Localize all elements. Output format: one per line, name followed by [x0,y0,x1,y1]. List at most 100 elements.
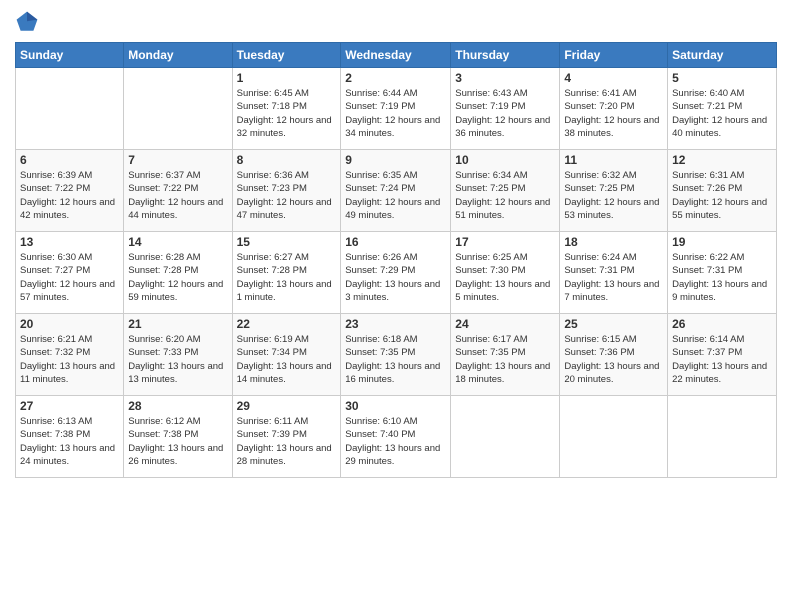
day-number: 25 [564,317,663,331]
day-info: Sunrise: 6:14 AM Sunset: 7:37 PM Dayligh… [672,333,772,386]
calendar-cell [560,396,668,478]
calendar-cell: 30 Sunrise: 6:10 AM Sunset: 7:40 PM Dayli… [341,396,451,478]
day-info: Sunrise: 6:18 AM Sunset: 7:35 PM Dayligh… [345,333,446,386]
day-number: 7 [128,153,227,167]
calendar-cell: 18 Sunrise: 6:24 AM Sunset: 7:31 PM Dayli… [560,232,668,314]
day-header-monday: Monday [124,43,232,68]
day-info: Sunrise: 6:30 AM Sunset: 7:27 PM Dayligh… [20,251,119,304]
calendar-cell: 7 Sunrise: 6:37 AM Sunset: 7:22 PM Daylig… [124,150,232,232]
calendar-cell: 19 Sunrise: 6:22 AM Sunset: 7:31 PM Dayli… [668,232,777,314]
calendar-cell: 15 Sunrise: 6:27 AM Sunset: 7:28 PM Dayli… [232,232,341,314]
day-number: 9 [345,153,446,167]
day-info: Sunrise: 6:28 AM Sunset: 7:28 PM Dayligh… [128,251,227,304]
day-number: 2 [345,71,446,85]
calendar-cell: 11 Sunrise: 6:32 AM Sunset: 7:25 PM Dayli… [560,150,668,232]
day-number: 14 [128,235,227,249]
calendar-cell: 4 Sunrise: 6:41 AM Sunset: 7:20 PM Daylig… [560,68,668,150]
day-info: Sunrise: 6:41 AM Sunset: 7:20 PM Dayligh… [564,87,663,140]
day-info: Sunrise: 6:43 AM Sunset: 7:19 PM Dayligh… [455,87,555,140]
calendar-cell: 25 Sunrise: 6:15 AM Sunset: 7:36 PM Dayli… [560,314,668,396]
day-info: Sunrise: 6:19 AM Sunset: 7:34 PM Dayligh… [237,333,337,386]
day-info: Sunrise: 6:10 AM Sunset: 7:40 PM Dayligh… [345,415,446,468]
day-info: Sunrise: 6:20 AM Sunset: 7:33 PM Dayligh… [128,333,227,386]
day-info: Sunrise: 6:26 AM Sunset: 7:29 PM Dayligh… [345,251,446,304]
days-header-row: SundayMondayTuesdayWednesdayThursdayFrid… [16,43,777,68]
day-number: 29 [237,399,337,413]
week-row-1: 1 Sunrise: 6:45 AM Sunset: 7:18 PM Daylig… [16,68,777,150]
calendar-cell: 1 Sunrise: 6:45 AM Sunset: 7:18 PM Daylig… [232,68,341,150]
day-number: 5 [672,71,772,85]
day-info: Sunrise: 6:35 AM Sunset: 7:24 PM Dayligh… [345,169,446,222]
day-number: 10 [455,153,555,167]
calendar-cell: 17Sunrise: 6:25 AM Sunset: 7:30 PM Dayli… [451,232,560,314]
day-number: 27 [20,399,119,413]
day-number: 3 [455,71,555,85]
day-header-sunday: Sunday [16,43,124,68]
day-info: Sunrise: 6:34 AM Sunset: 7:25 PM Dayligh… [455,169,555,222]
day-info: Sunrise: 6:39 AM Sunset: 7:22 PM Dayligh… [20,169,119,222]
calendar-cell: 22 Sunrise: 6:19 AM Sunset: 7:34 PM Dayli… [232,314,341,396]
day-info: Sunrise: 6:17 AM Sunset: 7:35 PM Dayligh… [455,333,555,386]
calendar-cell: 21 Sunrise: 6:20 AM Sunset: 7:33 PM Dayli… [124,314,232,396]
calendar-cell: 28 Sunrise: 6:12 AM Sunset: 7:38 PM Dayli… [124,396,232,478]
calendar-cell: 29 Sunrise: 6:11 AM Sunset: 7:39 PM Dayli… [232,396,341,478]
day-number: 11 [564,153,663,167]
day-number: 13 [20,235,119,249]
day-number: 21 [128,317,227,331]
logo-icon [15,10,39,34]
day-info: Sunrise: 6:37 AM Sunset: 7:22 PM Dayligh… [128,169,227,222]
logo [15,10,41,34]
calendar-cell: 8Sunrise: 6:36 AM Sunset: 7:23 PM Daylig… [232,150,341,232]
day-info: Sunrise: 6:13 AM Sunset: 7:38 PM Dayligh… [20,415,119,468]
day-number: 18 [564,235,663,249]
week-row-5: 27 Sunrise: 6:13 AM Sunset: 7:38 PM Dayli… [16,396,777,478]
calendar-cell: 24 Sunrise: 6:17 AM Sunset: 7:35 PM Dayli… [451,314,560,396]
day-info: Sunrise: 6:27 AM Sunset: 7:28 PM Dayligh… [237,251,337,304]
day-number: 1 [237,71,337,85]
calendar-cell: 20 Sunrise: 6:21 AM Sunset: 7:32 PM Dayli… [16,314,124,396]
day-info: Sunrise: 6:15 AM Sunset: 7:36 PM Dayligh… [564,333,663,386]
day-header-wednesday: Wednesday [341,43,451,68]
day-number: 6 [20,153,119,167]
day-number: 23 [345,317,446,331]
calendar-cell [16,68,124,150]
calendar-cell: 6 Sunrise: 6:39 AM Sunset: 7:22 PM Daylig… [16,150,124,232]
calendar-cell: 9 Sunrise: 6:35 AM Sunset: 7:24 PM Daylig… [341,150,451,232]
day-info: Sunrise: 6:22 AM Sunset: 7:31 PM Dayligh… [672,251,772,304]
calendar: SundayMondayTuesdayWednesdayThursdayFrid… [15,42,777,478]
day-number: 28 [128,399,227,413]
day-number: 20 [20,317,119,331]
calendar-cell: 12Sunrise: 6:31 AM Sunset: 7:26 PM Dayli… [668,150,777,232]
day-header-thursday: Thursday [451,43,560,68]
day-number: 30 [345,399,446,413]
day-number: 24 [455,317,555,331]
day-info: Sunrise: 6:25 AM Sunset: 7:30 PM Dayligh… [455,251,555,304]
day-number: 19 [672,235,772,249]
day-info: Sunrise: 6:44 AM Sunset: 7:19 PM Dayligh… [345,87,446,140]
day-number: 12 [672,153,772,167]
calendar-cell: 2 Sunrise: 6:44 AM Sunset: 7:19 PM Daylig… [341,68,451,150]
day-info: Sunrise: 6:21 AM Sunset: 7:32 PM Dayligh… [20,333,119,386]
calendar-cell [668,396,777,478]
day-info: Sunrise: 6:11 AM Sunset: 7:39 PM Dayligh… [237,415,337,468]
day-number: 16 [345,235,446,249]
day-number: 15 [237,235,337,249]
week-row-3: 13 Sunrise: 6:30 AM Sunset: 7:27 PM Dayli… [16,232,777,314]
day-info: Sunrise: 6:24 AM Sunset: 7:31 PM Dayligh… [564,251,663,304]
day-number: 22 [237,317,337,331]
day-number: 26 [672,317,772,331]
calendar-cell: 13 Sunrise: 6:30 AM Sunset: 7:27 PM Dayli… [16,232,124,314]
day-info: Sunrise: 6:12 AM Sunset: 7:38 PM Dayligh… [128,415,227,468]
calendar-cell: 23 Sunrise: 6:18 AM Sunset: 7:35 PM Dayli… [341,314,451,396]
calendar-cell: 10 Sunrise: 6:34 AM Sunset: 7:25 PM Dayli… [451,150,560,232]
day-info: Sunrise: 6:32 AM Sunset: 7:25 PM Dayligh… [564,169,663,222]
day-info: Sunrise: 6:45 AM Sunset: 7:18 PM Dayligh… [237,87,337,140]
day-info: Sunrise: 6:40 AM Sunset: 7:21 PM Dayligh… [672,87,772,140]
day-number: 4 [564,71,663,85]
calendar-cell: 16 Sunrise: 6:26 AM Sunset: 7:29 PM Dayli… [341,232,451,314]
day-header-saturday: Saturday [668,43,777,68]
day-header-tuesday: Tuesday [232,43,341,68]
week-row-2: 6 Sunrise: 6:39 AM Sunset: 7:22 PM Daylig… [16,150,777,232]
calendar-cell [451,396,560,478]
calendar-cell: 5 Sunrise: 6:40 AM Sunset: 7:21 PM Daylig… [668,68,777,150]
